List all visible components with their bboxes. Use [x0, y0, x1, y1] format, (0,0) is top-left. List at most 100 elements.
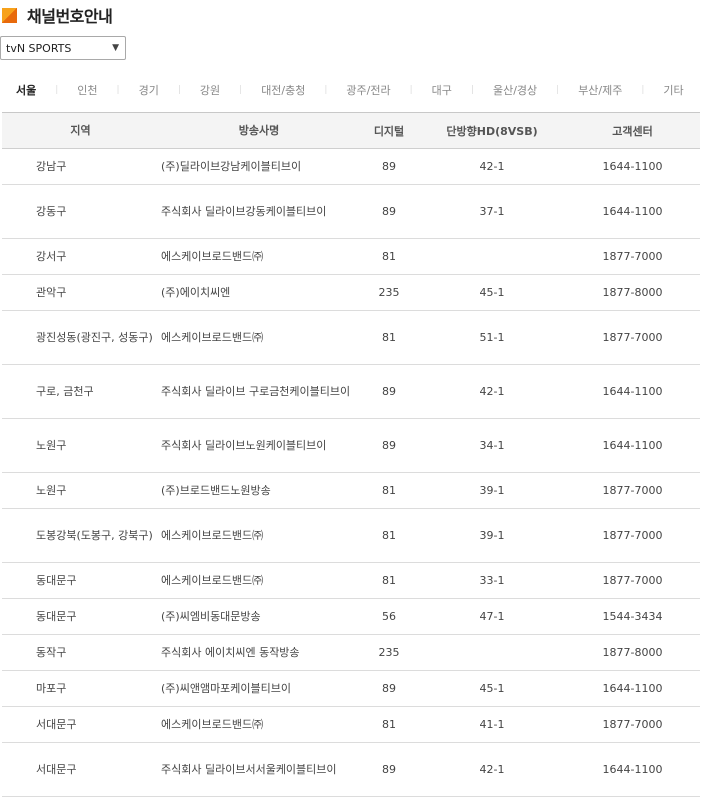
- cell-broadcaster: (주)딜라이브강남케이블티브이: [161, 159, 302, 173]
- cell-digital: 89: [382, 205, 396, 218]
- table-body: 강남구 (주)딜라이브강남케이블티브이 89 42-1 1644-1100 강동구 주식회사…: [2, 149, 700, 797]
- table-header: 지역 방송사명 디지털 단방향HD(8VSB) 고객센터: [2, 113, 700, 149]
- table-row: 광진성동(광진구, 성동구) 에스케이브로드밴드㈜ 81 51-1 1877-7000: [2, 311, 700, 365]
- table-row: 도봉강북(도봉구, 강북구) 에스케이브로드밴드㈜ 81 39-1 1877-7000: [2, 509, 700, 563]
- tab-region[interactable]: 기타: [663, 82, 683, 98]
- cell-digital: 89: [382, 439, 396, 452]
- cell-broadcaster: 에스케이브로드밴드㈜: [161, 717, 264, 731]
- cell-region: 마포구: [36, 681, 67, 695]
- title-bullet-icon: [2, 7, 17, 23]
- cell-broadcaster: 에스케이브로드밴드㈜: [161, 249, 264, 263]
- table-row: 노원구 (주)브로드밴드노원방송 81 39-1 1877-7000: [2, 473, 700, 509]
- channel-select-value: tvN SPORTS: [6, 41, 72, 55]
- cell-digital: 81: [382, 574, 396, 587]
- cell-digital: 81: [382, 484, 396, 497]
- cell-broadcaster: 주식회사 딜라이브 구로금천케이블티브이: [161, 384, 351, 398]
- cell-customer-center: 1877-7000: [602, 250, 663, 263]
- table-row: 노원구 주식회사 딜라이브노원케이블티브이 89 34-1 1644-1100: [2, 419, 700, 473]
- tab-separator: |: [324, 85, 328, 95]
- cell-broadcaster: (주)브로드밴드노원방송: [161, 483, 271, 497]
- cell-customer-center: 1644-1100: [602, 385, 663, 398]
- cell-broadcaster: 주식회사 에이치씨엔 동작방송: [161, 645, 300, 659]
- cell-region: 구로, 금천구: [36, 384, 94, 398]
- cell-digital: 89: [382, 763, 396, 776]
- cell-customer-center: 1877-7000: [602, 718, 663, 731]
- tab-separator: |: [556, 85, 560, 95]
- cell-region: 도봉강북(도봉구, 강북구): [36, 528, 153, 542]
- cell-customer-center: 1644-1100: [602, 763, 663, 776]
- cell-hd: 33-1: [479, 574, 505, 587]
- cell-region: 서대문구: [36, 762, 77, 776]
- tab-separator: |: [116, 85, 120, 95]
- cell-customer-center: 1877-8000: [602, 646, 663, 659]
- cell-customer-center: 1544-3434: [602, 610, 663, 623]
- tab-separator: |: [409, 85, 413, 95]
- cell-region: 동대문구: [36, 609, 77, 623]
- tab-region[interactable]: 대전/충청: [261, 82, 305, 98]
- cell-hd: 42-1: [479, 763, 505, 776]
- channel-select[interactable]: tvN SPORTS ▼: [0, 36, 126, 60]
- cell-customer-center: 1644-1100: [602, 439, 663, 452]
- cell-broadcaster: 에스케이브로드밴드㈜: [161, 330, 264, 344]
- cell-hd: 45-1: [479, 682, 505, 695]
- cell-digital: 56: [382, 610, 396, 623]
- cell-digital: 81: [382, 331, 396, 344]
- channel-table: 지역 방송사명 디지털 단방향HD(8VSB) 고객센터 강남구 (주)딜라이브강…: [2, 112, 700, 797]
- table-row: 강서구 에스케이브로드밴드㈜ 81 1877-7000: [2, 239, 700, 275]
- cell-digital: 81: [382, 529, 396, 542]
- column-header-hd: 단방향HD(8VSB): [446, 124, 538, 138]
- cell-customer-center: 1877-7000: [602, 484, 663, 497]
- cell-hd: 45-1: [479, 286, 505, 299]
- cell-customer-center: 1877-8000: [602, 286, 663, 299]
- cell-region: 동작구: [36, 645, 67, 659]
- chevron-down-icon: ▼: [112, 43, 119, 53]
- tab-region[interactable]: 광주/전라: [346, 82, 390, 98]
- cell-region: 서대문구: [36, 717, 77, 731]
- cell-customer-center: 1644-1100: [602, 682, 663, 695]
- cell-broadcaster: (주)씨엠비동대문방송: [161, 609, 261, 623]
- cell-broadcaster: 에스케이브로드밴드㈜: [161, 528, 264, 542]
- cell-customer-center: 1644-1100: [602, 160, 663, 173]
- tab-region[interactable]: 부산/제주: [578, 82, 622, 98]
- cell-hd: 37-1: [479, 205, 505, 218]
- column-header-customer-center: 고객센터: [612, 124, 653, 138]
- cell-digital: 89: [382, 682, 396, 695]
- column-header-broadcaster: 방송사명: [238, 123, 280, 137]
- cell-broadcaster: 주식회사 딜라이브강동케이블티브이: [161, 204, 327, 218]
- tab-region[interactable]: 울산/경상: [493, 82, 537, 98]
- tab-separator: |: [470, 85, 474, 95]
- tab-region[interactable]: 대구: [432, 82, 452, 98]
- column-header-region: 지역: [70, 123, 91, 137]
- cell-region: 관악구: [36, 285, 67, 299]
- cell-customer-center: 1644-1100: [602, 205, 663, 218]
- cell-digital: 81: [382, 250, 396, 263]
- table-row: 강남구 (주)딜라이브강남케이블티브이 89 42-1 1644-1100: [2, 149, 700, 185]
- cell-hd: 51-1: [479, 331, 505, 344]
- tab-separator: |: [55, 85, 59, 95]
- cell-digital: 81: [382, 718, 396, 731]
- table-row: 동작구 주식회사 에이치씨엔 동작방송 235 1877-8000: [2, 635, 700, 671]
- cell-digital: 89: [382, 385, 396, 398]
- cell-region: 광진성동(광진구, 성동구): [36, 330, 153, 344]
- cell-broadcaster: (주)에이치씨엔: [161, 285, 231, 299]
- tab-region[interactable]: 인천: [77, 82, 97, 98]
- cell-hd: 42-1: [479, 160, 505, 173]
- table-row: 서대문구 주식회사 딜라이브서서울케이블티브이 89 42-1 1644-1100: [2, 743, 700, 797]
- cell-broadcaster: 주식회사 딜라이브노원케이블티브이: [161, 438, 327, 452]
- cell-region: 강남구: [36, 159, 67, 173]
- cell-digital: 235: [378, 646, 400, 659]
- cell-broadcaster: 주식회사 딜라이브서서울케이블티브이: [161, 762, 337, 776]
- page-title: 채널번호안내: [27, 7, 113, 26]
- tab-region[interactable]: 경기: [139, 82, 159, 98]
- cell-region: 강서구: [36, 249, 67, 263]
- cell-broadcaster: 에스케이브로드밴드㈜: [161, 573, 264, 587]
- tab-region[interactable]: 서울: [16, 82, 36, 98]
- tab-region[interactable]: 강원: [200, 82, 220, 98]
- table-row: 강동구 주식회사 딜라이브강동케이블티브이 89 37-1 1644-1100: [2, 185, 700, 239]
- page-header: 채널번호안내: [2, 4, 113, 26]
- cell-broadcaster: (주)씨앤앰마포케이블티브이: [161, 681, 292, 695]
- cell-hd: 39-1: [479, 484, 505, 497]
- cell-region: 강동구: [36, 204, 67, 218]
- column-header-digital: 디지털: [373, 124, 405, 138]
- table-row: 마포구 (주)씨앤앰마포케이블티브이 89 45-1 1644-1100: [2, 671, 700, 707]
